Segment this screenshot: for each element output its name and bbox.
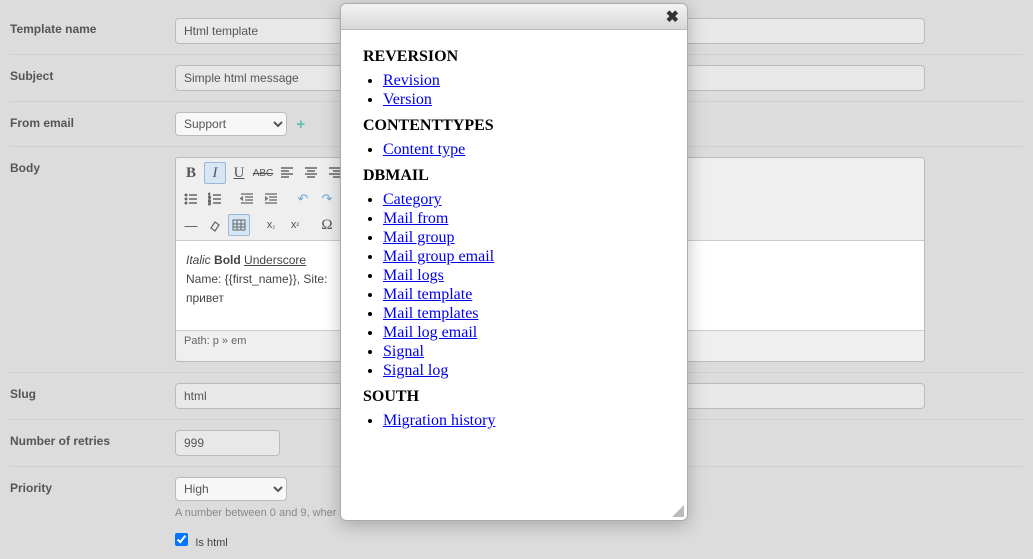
eraser-button[interactable]: [204, 214, 226, 236]
sample-underscore: Underscore: [244, 253, 306, 267]
list-item: Version: [383, 91, 665, 109]
retries-input[interactable]: [175, 430, 280, 456]
list-item: Category: [383, 191, 665, 209]
list-item: Revision: [383, 72, 665, 90]
bold-button[interactable]: B: [180, 162, 202, 184]
label-template-name: Template name: [10, 18, 175, 36]
from-email-select[interactable]: Support: [175, 112, 287, 136]
reference-link[interactable]: Mail group email: [383, 248, 494, 265]
dialog-resize-grip[interactable]: [672, 505, 684, 517]
label-retries: Number of retries: [10, 430, 175, 448]
list-item: Signal: [383, 343, 665, 361]
reference-link[interactable]: Mail from: [383, 210, 448, 227]
is-html-label: Is html: [195, 537, 227, 549]
bullet-list-button[interactable]: [180, 188, 202, 210]
list-item: Mail group: [383, 229, 665, 247]
superscript-button[interactable]: x²: [284, 214, 306, 236]
redo-button[interactable]: ↷: [316, 188, 338, 210]
reference-link[interactable]: Mail log email: [383, 324, 477, 341]
close-icon[interactable]: ✖: [666, 7, 679, 27]
outdent-button[interactable]: [236, 188, 258, 210]
group-list: Migration history: [383, 412, 665, 430]
add-from-email-icon[interactable]: +: [296, 116, 305, 133]
label-body: Body: [10, 157, 175, 175]
list-item: Mail from: [383, 210, 665, 228]
svg-text:3: 3: [208, 201, 211, 206]
reference-link[interactable]: Signal log: [383, 362, 448, 379]
table-button[interactable]: [228, 214, 250, 236]
priority-select[interactable]: High: [175, 477, 287, 501]
reference-dialog: ✖ REVERSION Revision Version CONTENTTYPES Co…: [340, 3, 688, 521]
reference-link[interactable]: Mail logs: [383, 267, 444, 284]
label-priority: Priority: [10, 477, 175, 495]
is-html-checkbox[interactable]: [175, 533, 188, 546]
reference-link[interactable]: Revision: [383, 72, 440, 89]
group-heading: SOUTH: [363, 388, 665, 406]
group-heading: DBMAIL: [363, 167, 665, 185]
group-heading: REVERSION: [363, 48, 665, 66]
indent-button[interactable]: [260, 188, 282, 210]
subscript-button[interactable]: x₂: [260, 214, 282, 236]
underline-button[interactable]: U: [228, 162, 250, 184]
reference-link[interactable]: Signal: [383, 343, 424, 360]
reference-link[interactable]: Mail templates: [383, 305, 479, 322]
list-item: Mail templates: [383, 305, 665, 323]
label-subject: Subject: [10, 65, 175, 83]
reference-link[interactable]: Category: [383, 191, 442, 208]
list-item: Signal log: [383, 362, 665, 380]
special-char-button[interactable]: Ω: [316, 214, 338, 236]
dialog-titlebar[interactable]: ✖: [341, 4, 687, 30]
group-list: Revision Version: [383, 72, 665, 109]
list-item: Content type: [383, 141, 665, 159]
list-item: Mail template: [383, 286, 665, 304]
italic-button[interactable]: I: [204, 162, 226, 184]
reference-link[interactable]: Mail group: [383, 229, 455, 246]
dialog-body: REVERSION Revision Version CONTENTTYPES Cont…: [341, 30, 687, 520]
list-item: Migration history: [383, 412, 665, 430]
numbered-list-button[interactable]: 123: [204, 188, 226, 210]
align-left-button[interactable]: [276, 162, 298, 184]
sample-italic: Italic: [186, 253, 211, 267]
list-item: Mail logs: [383, 267, 665, 285]
list-item: Mail group email: [383, 248, 665, 266]
group-list: Category Mail from Mail group Mail group em…: [383, 191, 665, 380]
group-heading: CONTENTTYPES: [363, 117, 665, 135]
reference-link[interactable]: Mail template: [383, 286, 472, 303]
reference-link[interactable]: Version: [383, 91, 432, 108]
reference-link[interactable]: Migration history: [383, 412, 495, 429]
group-list: Content type: [383, 141, 665, 159]
hr-button[interactable]: —: [180, 214, 202, 236]
label-slug: Slug: [10, 383, 175, 401]
sample-bold: Bold: [214, 253, 241, 267]
label-from-email: From email: [10, 112, 175, 130]
undo-button[interactable]: ↶: [292, 188, 314, 210]
align-center-button[interactable]: [300, 162, 322, 184]
strikethrough-button[interactable]: ABC: [252, 162, 274, 184]
reference-link[interactable]: Content type: [383, 141, 465, 158]
list-item: Mail log email: [383, 324, 665, 342]
